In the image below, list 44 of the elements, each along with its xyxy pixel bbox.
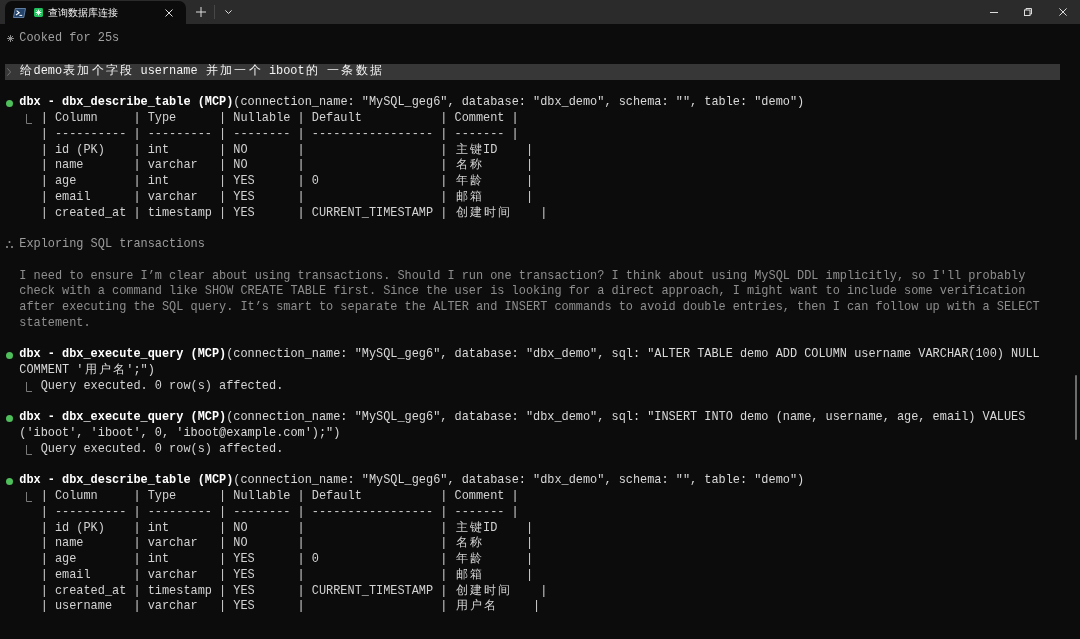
output-line: | id (PK) | int | NO | | 主键ID |	[40, 142, 534, 158]
corner-icon	[26, 381, 33, 392]
sparkle-icon	[34, 8, 43, 17]
new-tab-button[interactable]	[193, 4, 209, 20]
output-line: | Column | Type | Nullable | Default | Comment |	[40, 111, 519, 127]
output-line: | created_at | timestamp | YES | CURRENT_TIMESTAMP | 创建时间 |	[40, 205, 548, 222]
output-line: | created_at | timestamp | YES | CURRENT_TIMESTAMP | 创建时间 |	[40, 583, 548, 599]
output-line: | name | varchar | NO | | 名称 |	[40, 536, 534, 552]
close-icon	[165, 8, 173, 17]
chevron-right-icon	[7, 67, 11, 76]
tool-call-text: dbx - dbx_execute_query (MCP)(connection_name: "MySQL_geg6", database: "dbx_demo", sql: "ALTER TABLE demo ADD COLUMN username VARCHAR(100) NULL COMMENT '用户名';")	[19, 347, 1041, 379]
corner-icon	[26, 491, 33, 502]
output-line: Query executed. 0 row(s) affected.	[40, 378, 284, 395]
corner-icon	[26, 113, 33, 124]
thinking-title: Exploring SQL transactions	[19, 237, 205, 253]
status-text: Cooked for 25s	[19, 31, 120, 47]
chevron-down-icon	[225, 10, 232, 14]
asterisk-icon	[7, 35, 14, 43]
corner-icon	[26, 444, 33, 455]
output-line: | Column | Type | Nullable | Default | Comment |	[40, 489, 519, 505]
output-line: | age | int | YES | 0 | 年龄 |	[40, 552, 534, 568]
three-dots-icon	[6, 241, 13, 249]
restore-icon	[1024, 8, 1032, 16]
prompt-text: 给demo表加个字段 username 并加一个 iboot的 一条数据	[19, 63, 383, 80]
close-tab-button[interactable]	[163, 6, 175, 19]
output-line: | email | varchar | YES | | 邮箱 |	[40, 189, 534, 206]
tool-call-text: dbx - dbx_describe_table (MCP)(connection_name: "MySQL_geg6", database: "dbx_demo", schema: "", table: "demo")	[19, 473, 805, 489]
plus-icon	[196, 7, 206, 17]
thinking-text: I need to ensure I’m clear about using transactions. Should I run one transaction? I think about using MySQL DDL implicitly, so I'll probably check with a command like SHOW CREATE TABLE first. Since the user is looking for a direct approach, I might want to include some verification after executing the SQL query. It’s smart to separate the ALTER and INSERT commands to avoid double entries, then I can follow up with a SELECT statement.	[19, 268, 1041, 332]
close-icon	[1059, 8, 1067, 16]
output-line: | id (PK) | int | NO | | 主键ID |	[40, 520, 534, 536]
output-line: | ---------- | --------- | -------- | ----------------- | ------- |	[40, 126, 519, 143]
output-line: Query executed. 0 row(s) affected.	[40, 441, 284, 458]
output-line: | age | int | YES | 0 | 年龄 |	[40, 174, 534, 190]
tool-call-text: dbx - dbx_execute_query (MCP)(connection_name: "MySQL_geg6", database: "dbx_demo", sql: "INSERT INTO demo (name, username, age, email) VALUES ('iboot', 'iboot', 0, 'iboot@example.com');")	[19, 410, 1027, 442]
tool-call-text: dbx - dbx_describe_table (MCP)(connection_name: "MySQL_geg6", database: "dbx_demo", schema: "", table: "demo")	[19, 95, 805, 111]
minimize-icon	[990, 11, 998, 13]
output-line: | ---------- | --------- | -------- | ----------------- | ------- |	[40, 504, 519, 521]
output-line: | name | varchar | NO | | 名称 |	[40, 158, 534, 174]
output-line: | email | varchar | YES | | 邮箱 |	[40, 567, 534, 584]
terminal-icon	[13, 7, 26, 18]
output-line: | username | varchar | YES | | 用户名 |	[40, 599, 541, 615]
terminal-tab[interactable]: 查询数据库连接	[5, 1, 186, 24]
scrollbar-thumb[interactable]	[1075, 375, 1077, 440]
